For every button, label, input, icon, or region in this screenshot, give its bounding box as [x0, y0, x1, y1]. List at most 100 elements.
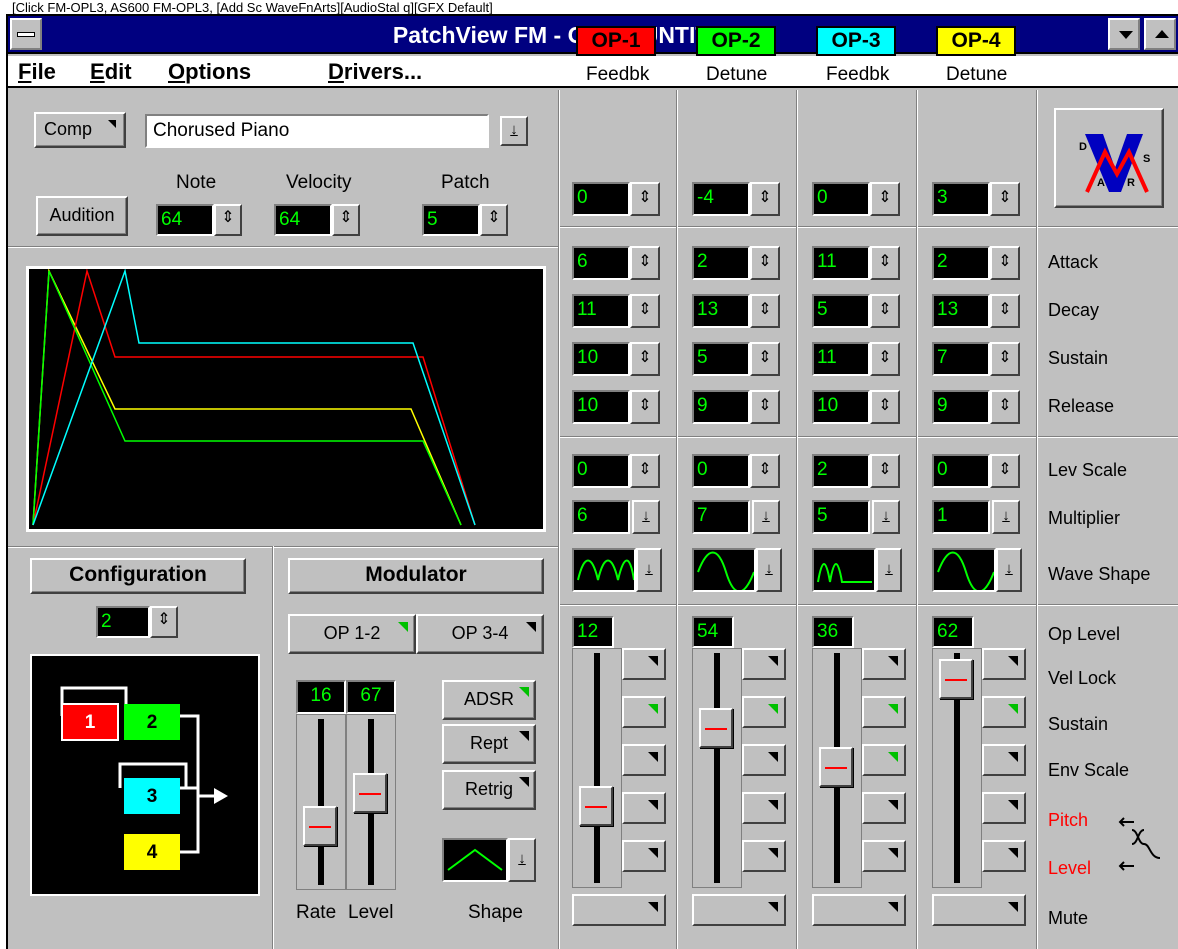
lev-scale-spin-button-3[interactable]: ⇕: [870, 454, 900, 488]
op-level-slider-3[interactable]: [812, 648, 862, 888]
patch-name-field[interactable]: Chorused Piano: [145, 114, 489, 148]
op12-button[interactable]: OP 1-2: [288, 614, 416, 654]
release-value-1[interactable]: 10: [572, 390, 630, 424]
level-slider-thumb[interactable]: [353, 773, 387, 813]
note-value[interactable]: 64: [156, 204, 214, 236]
rept-button[interactable]: Rept: [442, 724, 536, 764]
velocity-spin-button[interactable]: ⇕: [332, 204, 360, 236]
minimize-button[interactable]: [1108, 18, 1140, 50]
decay-value-2[interactable]: 13: [692, 294, 750, 328]
param-value-4[interactable]: 3: [932, 182, 990, 216]
sustain-toggle-2[interactable]: [742, 696, 786, 728]
sustain-spin-button-3[interactable]: ⇕: [870, 342, 900, 376]
release-value-2[interactable]: 9: [692, 390, 750, 424]
sustain-spin-button-2[interactable]: ⇕: [750, 342, 780, 376]
param-spin-button-4[interactable]: ⇕: [990, 182, 1020, 216]
lev-scale-spin-button-2[interactable]: ⇕: [750, 454, 780, 488]
lev-scale-value-1[interactable]: 0: [572, 454, 630, 488]
vel-lock-toggle-3[interactable]: [862, 648, 906, 680]
env-scale-toggle-2[interactable]: [742, 744, 786, 776]
audition-button[interactable]: Audition: [36, 196, 128, 236]
level-slider[interactable]: [346, 714, 396, 890]
sustain-toggle-1[interactable]: [622, 696, 666, 728]
op-level-slider-thumb-2[interactable]: [699, 708, 733, 748]
level-toggle-4[interactable]: [982, 840, 1026, 872]
menu-edit[interactable]: Edit: [90, 58, 132, 86]
multiplier-dropdown-button-2[interactable]: ↓: [752, 500, 780, 534]
release-spin-button-3[interactable]: ⇕: [870, 390, 900, 424]
attack-spin-button-2[interactable]: ⇕: [750, 246, 780, 280]
shape-dropdown-button[interactable]: ↓: [508, 838, 536, 882]
patch-value[interactable]: 5: [422, 204, 480, 236]
vel-lock-toggle-2[interactable]: [742, 648, 786, 680]
adsr-button[interactable]: ADSR: [442, 680, 536, 720]
mute-toggle-3[interactable]: [812, 894, 906, 926]
wave-shape-dropdown-button-3[interactable]: ↓: [876, 548, 902, 592]
wave-shape-dropdown-button-2[interactable]: ↓: [756, 548, 782, 592]
lev-scale-value-2[interactable]: 0: [692, 454, 750, 488]
op-level-slider-thumb-1[interactable]: [579, 786, 613, 826]
attack-spin-button-1[interactable]: ⇕: [630, 246, 660, 280]
lev-scale-value-3[interactable]: 2: [812, 454, 870, 488]
attack-value-2[interactable]: 2: [692, 246, 750, 280]
rate-slider-thumb[interactable]: [303, 806, 337, 846]
release-value-4[interactable]: 9: [932, 390, 990, 424]
patch-dropdown-button[interactable]: ↓: [500, 116, 528, 146]
op34-button[interactable]: OP 3-4: [416, 614, 544, 654]
pitch-toggle-1[interactable]: [622, 792, 666, 824]
velocity-value[interactable]: 64: [274, 204, 332, 236]
lev-scale-value-4[interactable]: 0: [932, 454, 990, 488]
retrig-button[interactable]: Retrig: [442, 770, 536, 810]
attack-spin-button-3[interactable]: ⇕: [870, 246, 900, 280]
op-level-slider-thumb-4[interactable]: [939, 659, 973, 699]
sustain-spin-button-1[interactable]: ⇕: [630, 342, 660, 376]
wave-shape-dropdown-button-4[interactable]: ↓: [996, 548, 1022, 592]
menu-file[interactable]: File: [18, 58, 56, 86]
attack-spin-button-4[interactable]: ⇕: [990, 246, 1020, 280]
logo-button[interactable]: D S A R: [1054, 108, 1164, 208]
configuration-value[interactable]: 2: [96, 606, 150, 638]
multiplier-dropdown-button-3[interactable]: ↓: [872, 500, 900, 534]
sustain-toggle-3[interactable]: [862, 696, 906, 728]
sustain-value-1[interactable]: 10: [572, 342, 630, 376]
decay-value-3[interactable]: 5: [812, 294, 870, 328]
attack-value-4[interactable]: 2: [932, 246, 990, 280]
sustain-value-2[interactable]: 5: [692, 342, 750, 376]
vel-lock-toggle-1[interactable]: [622, 648, 666, 680]
multiplier-value-4[interactable]: 1: [932, 500, 990, 534]
param-value-2[interactable]: -4: [692, 182, 750, 216]
release-value-3[interactable]: 10: [812, 390, 870, 424]
system-menu-button[interactable]: [10, 18, 42, 50]
mute-toggle-2[interactable]: [692, 894, 786, 926]
decay-spin-button-2[interactable]: ⇕: [750, 294, 780, 328]
param-spin-button-2[interactable]: ⇕: [750, 182, 780, 216]
rate-slider[interactable]: [296, 714, 346, 890]
env-scale-toggle-4[interactable]: [982, 744, 1026, 776]
multiplier-value-2[interactable]: 7: [692, 500, 750, 534]
multiplier-dropdown-button-4[interactable]: ↓: [992, 500, 1020, 534]
release-spin-button-1[interactable]: ⇕: [630, 390, 660, 424]
sustain-value-4[interactable]: 7: [932, 342, 990, 376]
mute-toggle-4[interactable]: [932, 894, 1026, 926]
release-spin-button-4[interactable]: ⇕: [990, 390, 1020, 424]
env-scale-toggle-1[interactable]: [622, 744, 666, 776]
decay-spin-button-4[interactable]: ⇕: [990, 294, 1020, 328]
comp-button[interactable]: Comp: [34, 112, 126, 148]
op-level-slider-2[interactable]: [692, 648, 742, 888]
sustain-spin-button-4[interactable]: ⇕: [990, 342, 1020, 376]
decay-value-1[interactable]: 11: [572, 294, 630, 328]
sustain-toggle-4[interactable]: [982, 696, 1026, 728]
multiplier-value-1[interactable]: 6: [572, 500, 630, 534]
release-spin-button-2[interactable]: ⇕: [750, 390, 780, 424]
decay-value-4[interactable]: 13: [932, 294, 990, 328]
level-toggle-1[interactable]: [622, 840, 666, 872]
lev-scale-spin-button-1[interactable]: ⇕: [630, 454, 660, 488]
multiplier-dropdown-button-1[interactable]: ↓: [632, 500, 660, 534]
attack-value-3[interactable]: 11: [812, 246, 870, 280]
note-spin-button[interactable]: ⇕: [214, 204, 242, 236]
op-level-slider-4[interactable]: [932, 648, 982, 888]
vel-lock-toggle-4[interactable]: [982, 648, 1026, 680]
param-spin-button-1[interactable]: ⇕: [630, 182, 660, 216]
maximize-button[interactable]: [1144, 18, 1176, 50]
wave-shape-dropdown-button-1[interactable]: ↓: [636, 548, 662, 592]
